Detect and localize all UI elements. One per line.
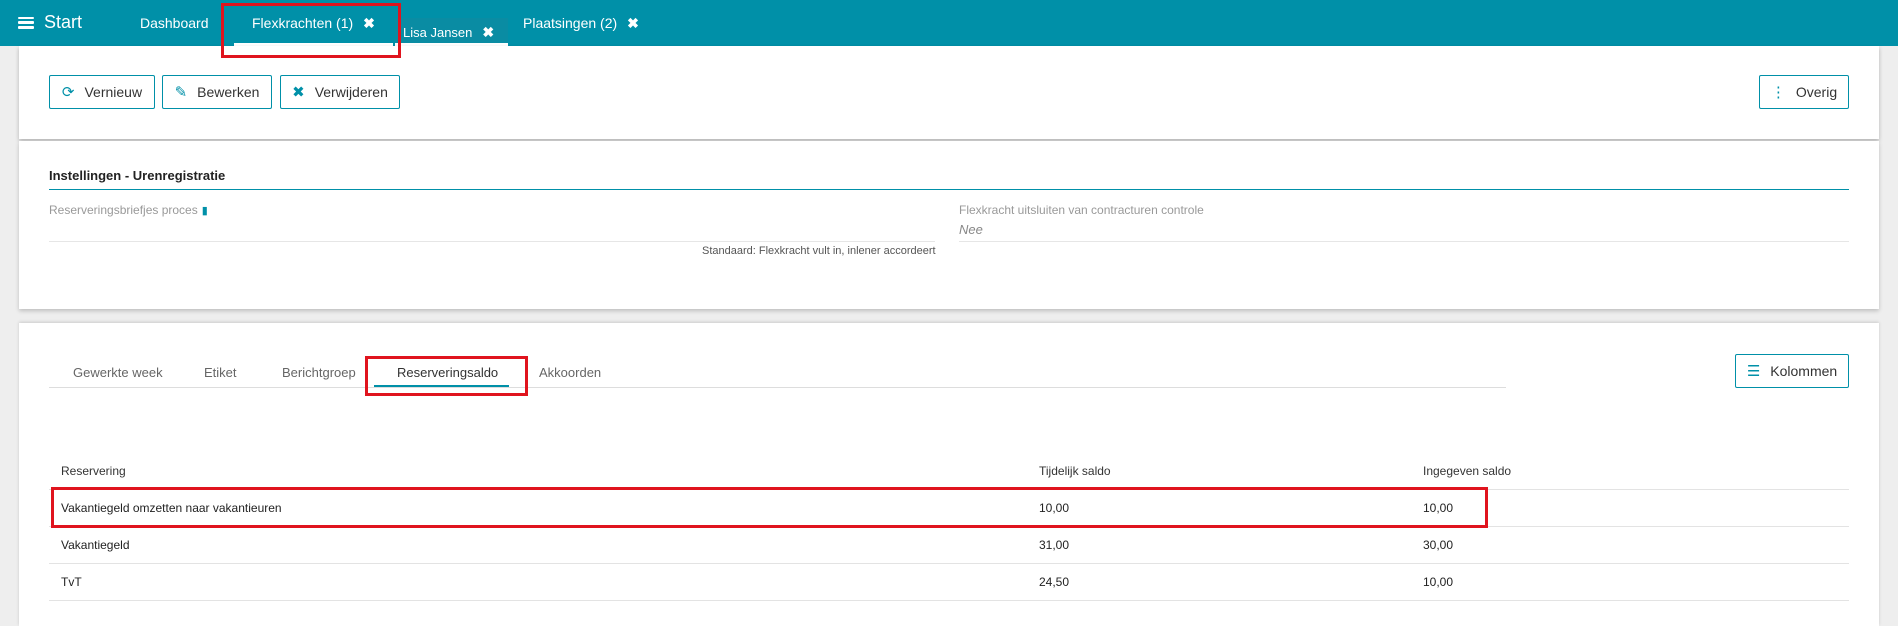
active-subtab-indicator: [374, 385, 509, 387]
field-divider: [959, 241, 1849, 242]
table-divider: [49, 526, 1849, 527]
table-divider: [49, 563, 1849, 564]
delete-label: Verwijderen: [314, 84, 388, 100]
toolbar-panel: ⟳ Vernieuw ✎ Bewerken ✖ Verwijderen ⋮ Ov…: [19, 46, 1879, 139]
field-divider: [49, 241, 935, 242]
settings-panel: Instellingen - Urenregistratie Reserveri…: [19, 141, 1879, 309]
column-header-reservering[interactable]: Reservering: [61, 464, 126, 478]
tab-lisa-jansen[interactable]: Lisa Jansen ✖: [395, 18, 509, 46]
subtabs-divider: [49, 387, 1506, 388]
tab-dashboard-label: Dashboard: [140, 15, 209, 31]
tab-plaatsingen[interactable]: Plaatsingen (2) ✖: [523, 0, 639, 46]
tab-flexkrachten[interactable]: Flexkrachten (1) ✖: [228, 0, 399, 46]
contracturen-label: Flexkracht uitsluiten van contracturen c…: [959, 203, 1204, 217]
close-icon[interactable]: ✖: [482, 24, 494, 41]
table-cell: TvT: [61, 575, 82, 589]
tab-plaatsingen-label: Plaatsingen (2): [523, 15, 618, 31]
subtab-akkoorden[interactable]: Akkoorden: [539, 365, 601, 380]
reserveringsbriefjes-label: Reserveringsbriefjes proces ▮: [49, 203, 208, 217]
table-cell: 31,00: [1039, 538, 1070, 552]
table-cell: 10,00: [1423, 575, 1454, 589]
close-icon: ✖: [292, 84, 305, 101]
column-header-ingegeven-saldo[interactable]: Ingegeven saldo: [1423, 464, 1511, 478]
tab-flexkrachten-label: Flexkrachten (1): [252, 15, 354, 31]
section-title: Instellingen - Urenregistratie: [49, 168, 226, 183]
table-cell: 10,00: [1423, 501, 1454, 515]
table-divider: [49, 489, 1849, 490]
delete-button[interactable]: ✖ Verwijderen: [280, 75, 400, 109]
table-divider: [49, 600, 1849, 601]
book-icon[interactable]: ▮: [202, 205, 208, 217]
tab-lisa-jansen-label: Lisa Jansen: [403, 24, 473, 40]
kebab-menu-icon: ⋮: [1770, 84, 1786, 101]
pencil-icon: ✎: [174, 84, 188, 101]
edit-button[interactable]: ✎ Bewerken: [162, 75, 272, 109]
subtab-reserveringsaldo[interactable]: Reserveringsaldo: [397, 365, 498, 380]
hamburger-icon: [18, 16, 34, 29]
table-cell: 24,50: [1039, 575, 1070, 589]
columns-label: Kolommen: [1770, 363, 1838, 379]
more-button[interactable]: ⋮ Overig: [1759, 75, 1849, 109]
table-cell: Vakantiegeld: [61, 538, 130, 552]
reserveringsaldo-panel: Gewerkte week Etiket Berichtgroep Reserv…: [19, 323, 1879, 626]
columns-button[interactable]: ☰ Kolommen: [1735, 354, 1849, 388]
reserveringsbriefjes-label-text: Reserveringsbriefjes proces: [49, 203, 198, 217]
refresh-label: Vernieuw: [84, 84, 143, 100]
subtab-gewerkte-week[interactable]: Gewerkte week: [73, 365, 163, 380]
more-label: Overig: [1795, 84, 1838, 100]
close-icon[interactable]: ✖: [363, 15, 375, 32]
top-nav-bar: Start Dashboard Flexkrachten (1) ✖ Lisa …: [0, 0, 1898, 46]
table-cell: 30,00: [1423, 538, 1454, 552]
subtab-berichtgroep[interactable]: Berichtgroep: [282, 365, 356, 380]
table-cell: 10,00: [1039, 501, 1070, 515]
close-icon[interactable]: ✖: [627, 15, 639, 32]
reserveringsbriefjes-hint: Standaard: Flexkracht vult in, inlener a…: [702, 245, 936, 257]
contracturen-value: Nee: [959, 222, 983, 237]
section-divider: [49, 189, 1849, 190]
start-label: Start: [44, 12, 83, 32]
edit-label: Bewerken: [197, 84, 260, 100]
refresh-icon: ⟳: [61, 84, 75, 101]
list-icon: ☰: [1746, 363, 1761, 380]
tab-dashboard[interactable]: Dashboard: [140, 0, 209, 46]
table-cell: Vakantiegeld omzetten naar vakantieuren: [61, 501, 282, 515]
subtab-etiket[interactable]: Etiket: [204, 365, 237, 380]
start-menu-button[interactable]: Start: [18, 12, 82, 33]
refresh-button[interactable]: ⟳ Vernieuw: [49, 75, 155, 109]
column-header-tijdelijk-saldo[interactable]: Tijdelijk saldo: [1039, 464, 1111, 478]
